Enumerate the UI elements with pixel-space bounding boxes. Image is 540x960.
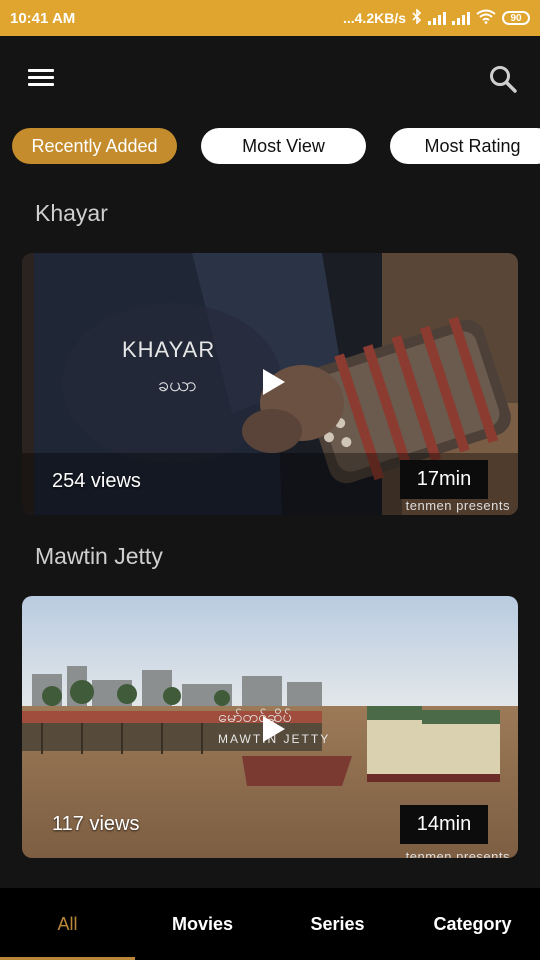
view-count: 254 views — [52, 470, 141, 492]
status-indicators: ...4.2KB/s 90 — [342, 8, 530, 27]
nav-movies[interactable]: Movies — [135, 888, 270, 960]
video-card[interactable]: မော်တင်ဆိပ် MAWTIN JETTY 117 views 14min… — [22, 596, 518, 858]
battery-icon: 90 — [502, 11, 530, 25]
duration-badge: 17min — [400, 460, 488, 499]
video-card[interactable]: KHAYAR ခယာ 254 views 17min tenmen presen… — [22, 253, 518, 515]
overlay-title: KHAYAR — [122, 337, 216, 362]
bottom-nav: All Movies Series Category — [0, 888, 540, 960]
cell-signal-2-icon — [452, 11, 470, 25]
cell-signal-icon — [428, 11, 446, 25]
play-icon[interactable] — [258, 714, 288, 744]
view-count: 117 views — [52, 813, 140, 835]
duration-badge: 14min — [400, 805, 488, 844]
filter-recently-added[interactable]: Recently Added — [12, 128, 177, 164]
filter-most-view[interactable]: Most View — [201, 128, 366, 164]
status-bar: 10:41 AM ...4.2KB/s 90 — [0, 0, 540, 36]
nav-all[interactable]: All — [0, 888, 135, 960]
search-icon[interactable] — [488, 64, 518, 94]
menu-icon[interactable] — [26, 66, 58, 90]
wifi-icon — [476, 9, 496, 27]
bluetooth-icon — [412, 8, 422, 27]
filter-chips: Recently Added Most View Most Rating — [12, 128, 540, 166]
nav-series[interactable]: Series — [270, 888, 405, 960]
presents-caption: tenmen presents — [405, 849, 510, 858]
play-icon[interactable] — [258, 367, 288, 397]
filter-most-rating[interactable]: Most Rating — [390, 128, 540, 164]
app-bar — [0, 36, 540, 120]
presents-caption: tenmen presents — [405, 498, 510, 513]
nav-category[interactable]: Category — [405, 888, 540, 960]
item-title: Khayar — [35, 200, 108, 226]
status-time: 10:41 AM — [10, 9, 76, 27]
network-speed: ...4.2KB/s — [342, 10, 406, 26]
item-title: Mawtin Jetty — [35, 543, 163, 569]
overlay-subtitle: ခယာ — [158, 374, 197, 396]
